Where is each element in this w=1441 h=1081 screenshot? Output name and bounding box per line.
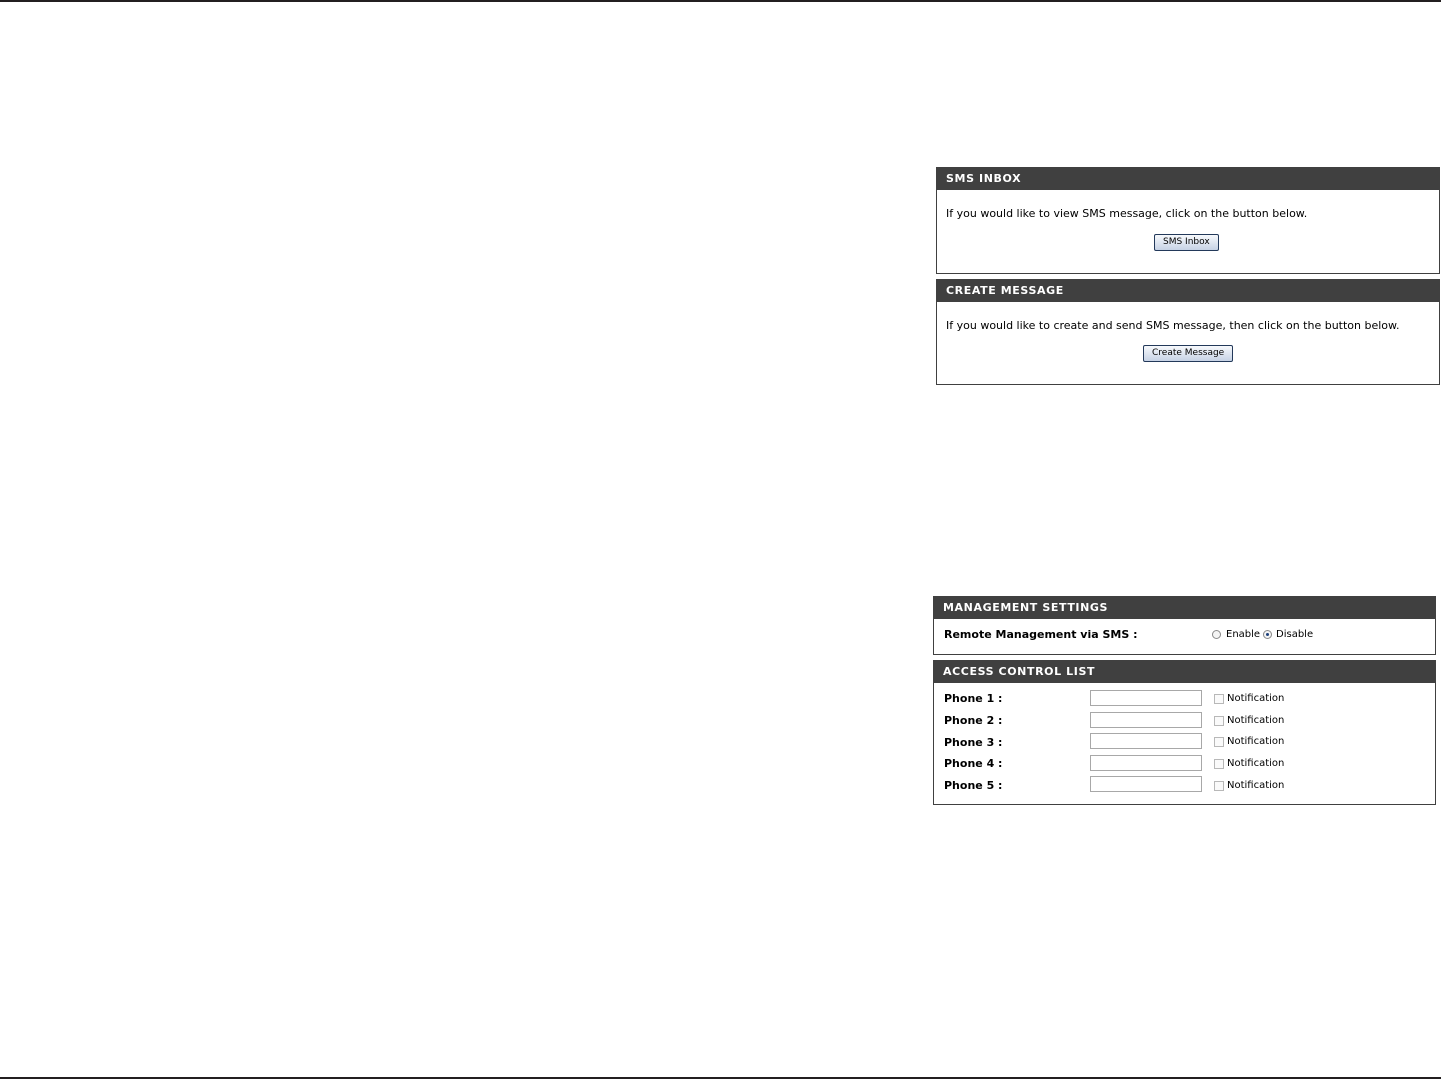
phone-1-notification-label: Notification [1227,693,1285,704]
phone-1-input[interactable] [1090,690,1202,706]
create-message-title: CREATE MESSAGE [937,280,1439,302]
phone-4-notification-label: Notification [1227,758,1285,769]
phone-2-notification-label: Notification [1227,715,1285,726]
phone-2-notification-checkbox[interactable] [1214,716,1224,726]
access-control-title: ACCESS CONTROL LIST [934,661,1435,683]
disable-radio[interactable] [1263,630,1272,639]
top-rule [0,0,1441,2]
phone-5-input[interactable] [1090,776,1202,792]
sms-inbox-button[interactable]: SMS Inbox [1154,234,1219,251]
phone-3-input[interactable] [1090,733,1202,749]
disable-label: Disable [1276,629,1314,640]
phone-3-label: Phone 3 : [944,736,1003,749]
phone-1-notification-checkbox[interactable] [1214,694,1224,704]
phone-3-notification-checkbox[interactable] [1214,737,1224,747]
enable-radio[interactable] [1212,630,1221,639]
create-message-panel: CREATE MESSAGE If you would like to crea… [936,279,1440,385]
phone-4-label: Phone 4 : [944,757,1003,770]
enable-label: Enable [1226,629,1261,640]
remote-management-label: Remote Management via SMS : [944,628,1138,641]
management-settings-title: MANAGEMENT SETTINGS [934,597,1435,619]
create-message-button[interactable]: Create Message [1143,345,1234,362]
phone-2-input[interactable] [1090,712,1202,728]
phone-2-label: Phone 2 : [944,714,1003,727]
phone-1-label: Phone 1 : [944,692,1003,705]
bottom-rule [0,1077,1441,1079]
phone-5-notification-checkbox[interactable] [1214,781,1224,791]
create-message-description: If you would like to create and send SMS… [946,319,1400,332]
phone-5-notification-label: Notification [1227,780,1285,791]
phone-3-notification-label: Notification [1227,736,1285,747]
phone-4-input[interactable] [1090,755,1202,771]
management-settings-panel: MANAGEMENT SETTINGS Remote Management vi… [933,596,1436,655]
phone-4-notification-checkbox[interactable] [1214,759,1224,769]
access-control-panel: ACCESS CONTROL LIST Phone 1 : Notificati… [933,660,1436,805]
sms-inbox-panel: SMS INBOX If you would like to view SMS … [936,167,1440,274]
sms-inbox-description: If you would like to view SMS message, c… [946,207,1308,220]
phone-5-label: Phone 5 : [944,779,1003,792]
sms-inbox-title: SMS INBOX [937,168,1439,190]
